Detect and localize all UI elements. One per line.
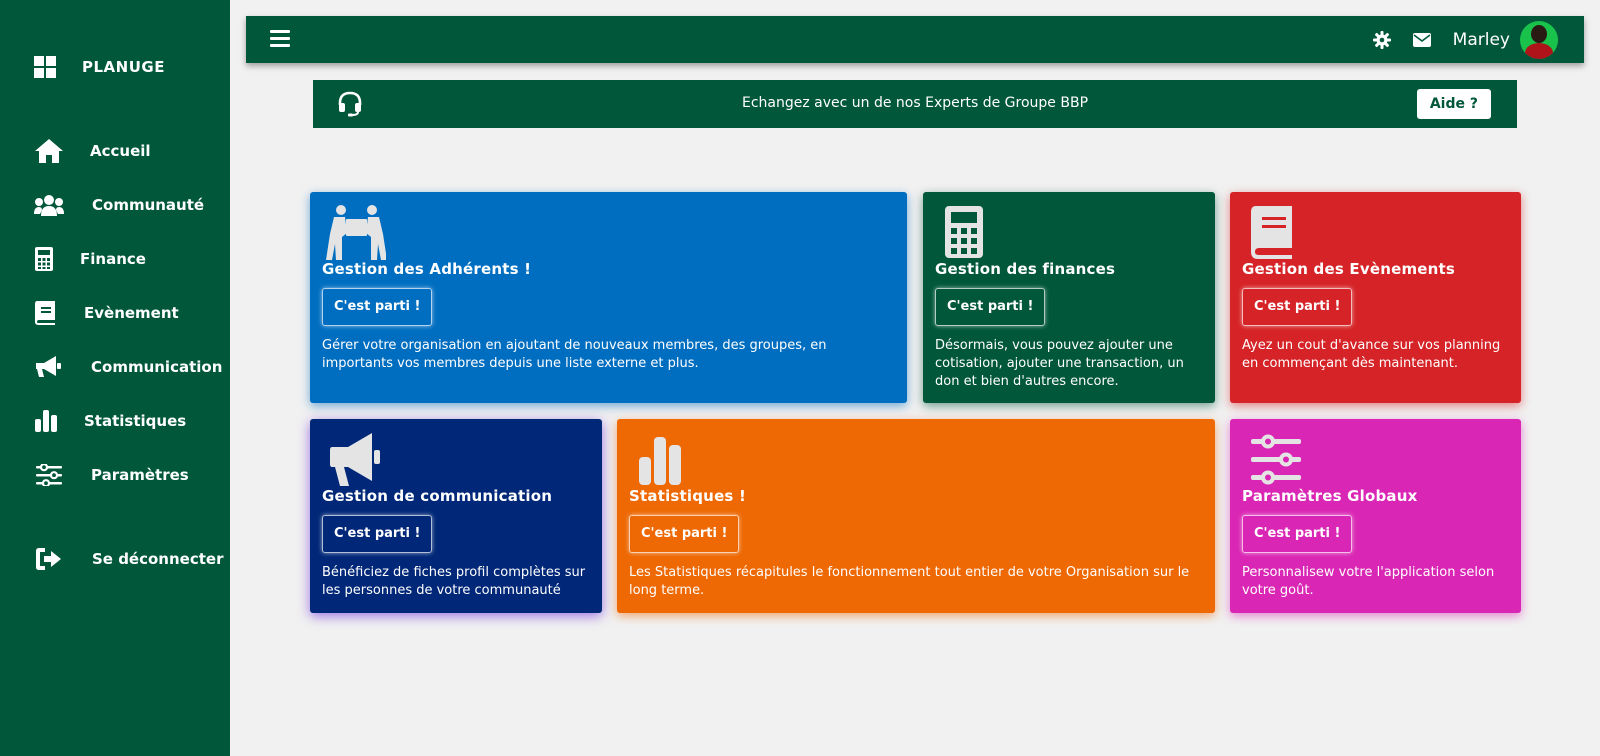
card-statistiques: Statistiques ! C'est parti ! Les Statist… [617,419,1215,613]
book-icon [1251,206,1292,259]
sidebar-item-label: Communauté [92,196,205,214]
sidebar-item-label: Communication [91,358,223,376]
card-finances: Gestion des finances C'est parti ! Désor… [923,192,1215,403]
brand-name: PLANUGE [82,58,165,76]
username[interactable]: Marley [1453,30,1510,50]
gear-icon[interactable] [1372,30,1391,49]
sliders-icon [1251,434,1301,485]
sidebar-item-communication[interactable]: Communication [34,352,222,382]
card-title: Statistiques ! [629,487,747,505]
sidebar-item-evenement[interactable]: Evènement [34,298,179,328]
avatar[interactable] [1520,20,1558,59]
start-button[interactable]: C'est parti ! [629,515,740,553]
sidebar: PLANUGE Accueil Communauté Finance Evène… [0,0,230,756]
calculator-icon [34,244,54,274]
card-title: Gestion des Evènements [1242,260,1456,278]
home-icon [34,136,64,166]
card-title: Paramètres Globaux [1242,487,1418,505]
card-title: Gestion de communication [322,487,553,505]
start-button[interactable]: C'est parti ! [1242,288,1353,326]
card-description: Ayez un cout d'avance sur vos planning e… [1242,338,1501,371]
card-description: Désormais, vous pouvez ajouter une cotis… [935,338,1184,389]
start-button[interactable]: C'est parti ! [322,515,433,553]
envelope-icon[interactable] [1412,31,1431,49]
sidebar-item-label: Se déconnecter [92,550,224,568]
sidebar-item-label: Evènement [84,304,179,322]
card-communication: Gestion de communication C'est parti ! B… [310,419,602,613]
sidebar-item-statistiques[interactable]: Statistiques [34,406,186,436]
people-carry-icon [326,205,386,260]
card-description: Gérer votre organisation en ajoutant de … [322,338,827,371]
book-icon [34,298,58,328]
calculator-icon [945,206,983,258]
sidebar-item-label: Finance [80,250,146,268]
card-adherents: Gestion des Adhérents ! C'est parti ! Gé… [310,192,907,403]
users-icon [34,190,64,220]
card-description: Les Statistiques récapitules le fonction… [629,565,1190,598]
card-parametres: Paramètres Globaux C'est parti ! Personn… [1230,419,1521,613]
experts-banner: Echangez avec un de nos Experts de Group… [313,80,1517,128]
start-button[interactable]: C'est parti ! [1242,515,1353,553]
sliders-icon [34,460,64,490]
banner-text: Echangez avec un de nos Experts de Group… [741,95,1089,111]
logo-icon [34,56,56,78]
card-title: Gestion des Adhérents ! [322,260,532,278]
brand[interactable]: PLANUGE [34,56,165,78]
logout-icon [34,544,64,574]
card-description: Bénéficiez de fiches profil complètes su… [322,565,586,598]
menu-icon[interactable] [270,30,290,48]
megaphone-icon [34,352,64,382]
megaphone-icon [330,433,380,486]
card-description: Personnalisew votre l'application selon … [1242,565,1495,598]
sidebar-item-label: Paramètres [91,466,189,484]
bar-chart-icon [639,437,681,485]
help-button[interactable]: Aide ? [1416,89,1491,119]
bar-chart-icon [34,406,58,436]
start-button[interactable]: C'est parti ! [322,288,433,326]
sidebar-item-accueil[interactable]: Accueil [34,136,151,166]
top-bar: Marley [246,16,1584,63]
card-title: Gestion des finances [935,260,1116,278]
start-button[interactable]: C'est parti ! [935,288,1046,326]
sidebar-item-communaute[interactable]: Communauté [34,190,204,220]
sidebar-item-parametres[interactable]: Paramètres [34,460,189,490]
sidebar-item-label: Accueil [90,142,151,160]
sidebar-item-finance[interactable]: Finance [34,244,146,274]
top-bar-actions: Marley [1372,20,1558,59]
sidebar-item-label: Statistiques [84,412,187,430]
sidebar-item-logout[interactable]: Se déconnecter [34,544,223,574]
card-evenements: Gestion des Evènements C'est parti ! Aye… [1230,192,1521,403]
